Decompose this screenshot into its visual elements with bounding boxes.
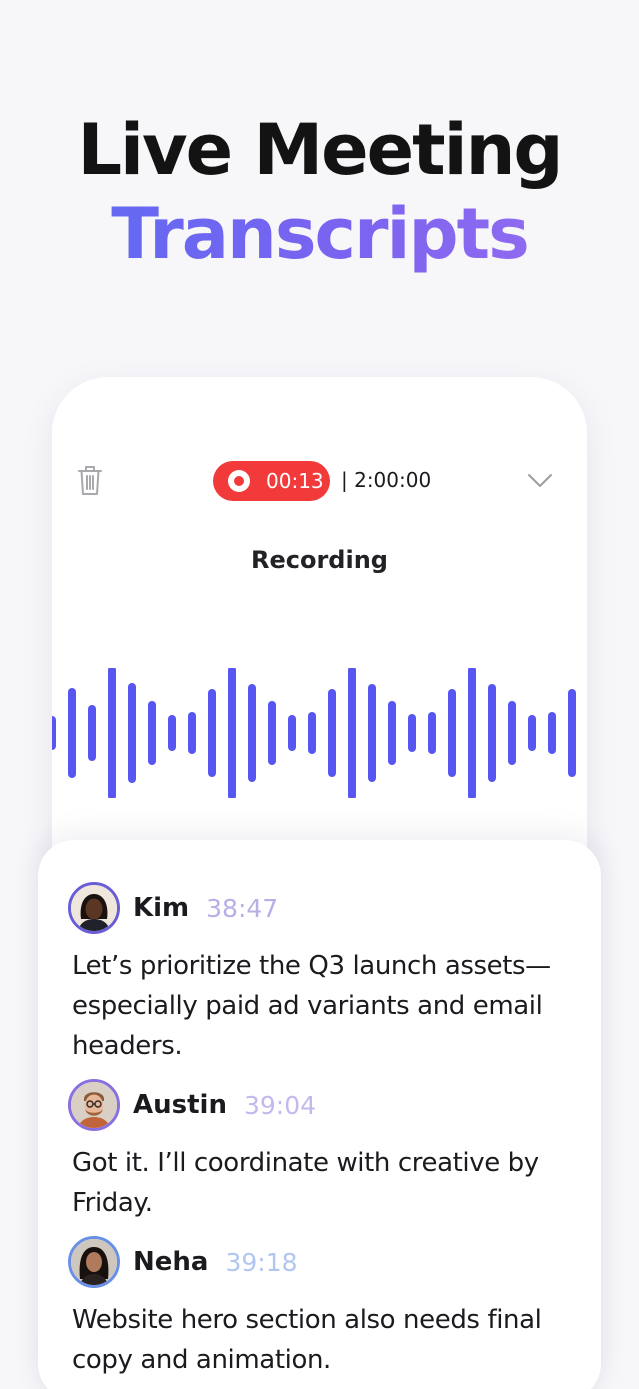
timestamp: 38:47 — [206, 893, 279, 923]
recording-status: Recording — [251, 546, 388, 574]
record-dot-icon — [228, 470, 250, 492]
transcript-entry: Austin 39:04 Got it. I’ll coordinate wit… — [68, 1079, 578, 1223]
chevron-down-icon[interactable] — [527, 472, 553, 490]
transcript-entry: Neha 39:18 Website hero section also nee… — [68, 1236, 578, 1380]
transcript-text: Got it. I’ll coordinate with creative by… — [72, 1148, 539, 1218]
timestamp: 39:18 — [225, 1247, 298, 1277]
timestamp: 39:04 — [243, 1090, 317, 1120]
transcript-entry: Kim 38:47 Let’s prioritize the Q3 launch… — [68, 882, 578, 1066]
transcript-text: Website hero section also needs final co… — [72, 1305, 542, 1375]
speaker-name: Neha — [133, 1247, 209, 1277]
transcript-text: Let’s prioritize the Q3 launch assets—es… — [72, 951, 551, 1061]
time-limit: | 2:00:00 — [341, 468, 432, 492]
speaker-name: Kim — [133, 893, 190, 923]
trash-icon[interactable] — [77, 463, 103, 497]
avatar — [68, 1079, 120, 1131]
avatar — [68, 1236, 120, 1288]
recording-timer-pill[interactable]: 00:13 — [213, 461, 330, 501]
headline: Live Meeting Transcripts — [0, 108, 639, 276]
headline-line-1: Live Meeting — [77, 109, 563, 191]
audio-waveform — [52, 668, 576, 798]
avatar — [68, 882, 120, 934]
speaker-name: Austin — [133, 1090, 227, 1120]
headline-line-2: Transcripts — [0, 192, 639, 276]
elapsed-time: 00:13 — [266, 469, 324, 493]
